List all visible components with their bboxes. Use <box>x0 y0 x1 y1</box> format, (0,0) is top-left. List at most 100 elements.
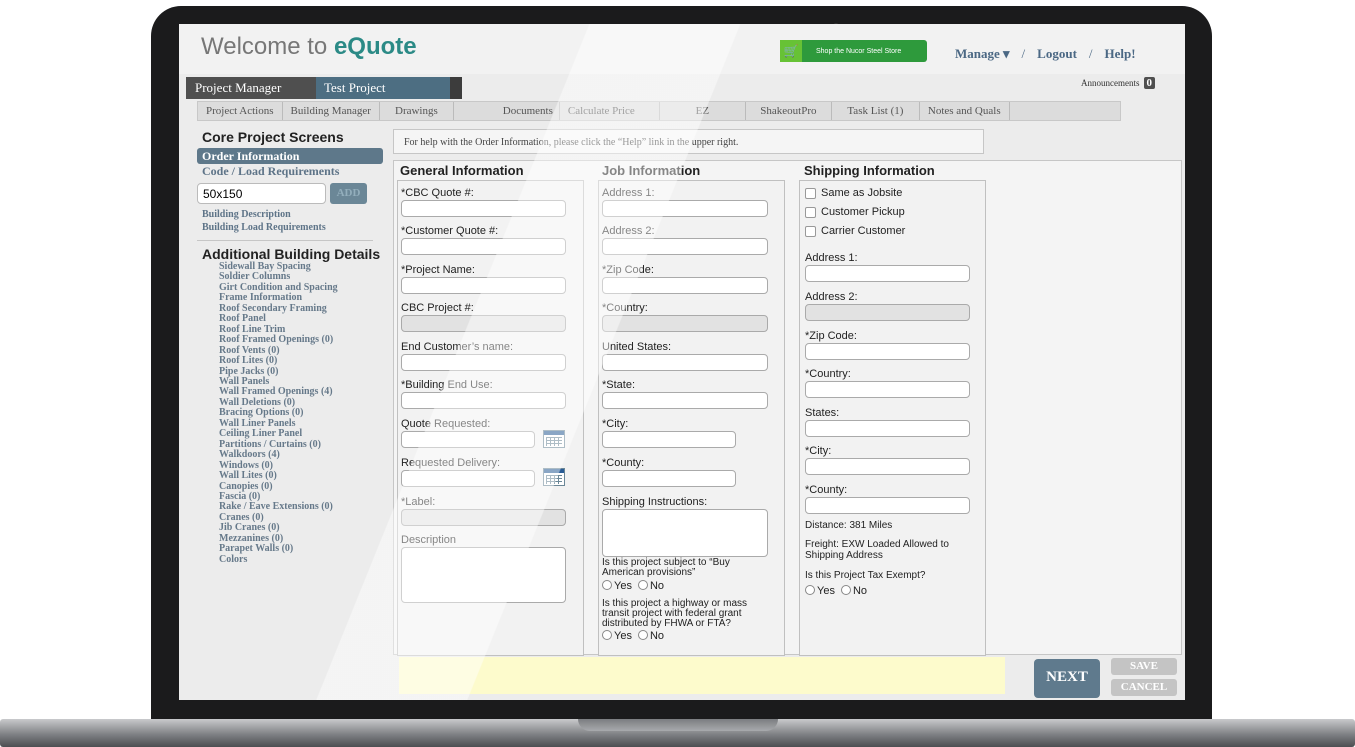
job-county-field[interactable] <box>602 470 736 487</box>
radio-no[interactable] <box>840 585 851 595</box>
ship-states-label: States: <box>805 407 840 419</box>
cbc-project-label: CBC Project #: <box>401 302 474 314</box>
tax-exempt-radio-group: Yes No <box>805 585 867 597</box>
sub-tabs: Project Actions Building Manager Drawing… <box>197 101 1121 121</box>
cbc-quote-field[interactable] <box>401 200 566 217</box>
description-label: Description <box>401 534 457 546</box>
sidebar-item-code-load[interactable]: Code / Load Requirements <box>197 164 383 179</box>
subtab-project-actions[interactable]: Project Actions <box>198 102 283 120</box>
description-field[interactable] <box>401 547 566 603</box>
job-country-field <box>602 315 768 332</box>
app-header: Welcome to eQuote 🛒 Shop the Nucor Steel… <box>179 24 1185 74</box>
shipping-info-heading: Shipping Information <box>804 163 935 178</box>
subtab-ez[interactable]: EZ <box>660 102 746 120</box>
job-united-states-field[interactable] <box>602 354 768 371</box>
customer-quote-field[interactable] <box>401 238 566 255</box>
job-info-heading: Job Information <box>602 163 701 178</box>
label-label: *Label: <box>401 496 436 508</box>
job-state-field[interactable] <box>602 392 768 409</box>
quote-requested-field[interactable] <box>401 431 535 448</box>
shipping-instructions-label: Shipping Instructions: <box>602 496 708 508</box>
logout-link[interactable]: Logout <box>1037 46 1077 61</box>
job-address1-label: Address 1: <box>602 187 655 199</box>
detail-list: Sidewall Bay Spacing Soldier Columns Gir… <box>197 261 383 565</box>
ship-county-label: *County: <box>805 484 848 496</box>
announcements[interactable]: Announcements 0 <box>1081 77 1155 89</box>
shopping-cart-icon: 🛒 <box>780 40 802 62</box>
sidebar-item-order-information[interactable]: Order Information <box>197 148 383 164</box>
project-name-field[interactable] <box>401 277 566 294</box>
shipping-instructions-field[interactable] <box>602 509 768 557</box>
save-button[interactable]: SAVE <box>1111 658 1177 675</box>
ship-city-field[interactable] <box>805 458 970 475</box>
ship-states-field[interactable] <box>805 420 970 437</box>
store-label: Shop the Nucor Steel Store <box>816 47 902 55</box>
carrier-customer-checkbox[interactable] <box>805 226 816 237</box>
tab-test-project[interactable]: Test Project <box>316 77 462 99</box>
ship-county-field[interactable] <box>805 497 970 514</box>
detail-item[interactable]: Roof Lites (0) <box>197 355 383 366</box>
manage-menu[interactable]: Manage ▾ <box>955 46 1010 61</box>
tab-project-manager[interactable]: Project Manager <box>186 77 316 99</box>
radio-yes-label: Yes <box>817 585 835 597</box>
customer-pickup-checkbox[interactable] <box>805 207 816 218</box>
subtab-calculate-price[interactable]: Calculate Price <box>560 102 660 120</box>
radio-yes[interactable] <box>602 630 612 640</box>
main-tabs: Project Manager Test Project <box>186 77 462 99</box>
quote-requested-label: Quote Requested: <box>401 418 491 430</box>
sidebar-item-building-load[interactable]: Building Load Requirements <box>197 221 383 234</box>
job-address1-field[interactable] <box>602 200 768 217</box>
job-country-label: *Country: <box>602 302 648 314</box>
job-united-states-label: United States: <box>602 341 672 353</box>
additional-details-heading: Additional Building Details <box>202 246 381 262</box>
same-as-jobsite-label: Same as Jobsite <box>821 187 903 199</box>
calendar-icon[interactable] <box>543 430 565 448</box>
job-zip-field[interactable] <box>602 277 768 294</box>
detail-item[interactable]: Colors <box>197 554 383 565</box>
sidebar-divider <box>197 240 373 241</box>
ship-address1-field[interactable] <box>805 265 970 282</box>
radio-yes[interactable] <box>602 580 612 590</box>
job-city-field[interactable] <box>602 431 736 448</box>
separator: / <box>1088 46 1093 61</box>
calendar-icon[interactable] <box>543 468 565 486</box>
subtab-task-list[interactable]: Task List (1) <box>832 102 920 120</box>
subtab-drawings[interactable]: Drawings <box>380 102 454 120</box>
help-link[interactable]: Help! <box>1105 46 1136 61</box>
building-end-use-field[interactable] <box>401 392 566 409</box>
subtab-documents[interactable]: Documents <box>454 102 560 120</box>
ship-zip-field[interactable] <box>805 343 970 360</box>
store-button[interactable]: 🛒 Shop the Nucor Steel Store <box>780 40 927 62</box>
radio-no-label: No <box>649 580 665 592</box>
radio-no[interactable] <box>637 630 648 640</box>
subtab-building-manager[interactable]: Building Manager <box>283 102 380 120</box>
next-button[interactable]: NEXT <box>1034 659 1100 698</box>
sidebar-item-building-description[interactable]: Building Description <box>197 208 383 221</box>
requested-delivery-field[interactable] <box>401 470 535 487</box>
customer-quote-label: *Customer Quote #: <box>401 225 499 237</box>
radio-yes[interactable] <box>805 585 815 595</box>
subtab-notes-quals[interactable]: Notes and Quals <box>920 102 1010 120</box>
job-county-label: *County: <box>602 457 645 469</box>
detail-item[interactable]: Wall Lites (0) <box>197 470 383 481</box>
separator: / <box>1021 46 1026 61</box>
same-as-jobsite-checkbox[interactable] <box>805 188 816 199</box>
sidebar: Core Project Screens Order Information C… <box>197 129 383 565</box>
subtab-empty <box>1010 102 1120 120</box>
radio-no[interactable] <box>637 580 648 590</box>
job-address2-field[interactable] <box>602 238 768 255</box>
ship-country-label: *Country: <box>805 368 851 380</box>
cancel-button[interactable]: CANCEL <box>1111 679 1177 696</box>
job-state-label: *State: <box>602 379 636 391</box>
ship-country-field[interactable] <box>805 381 970 398</box>
app-screen: Welcome to eQuote 🛒 Shop the Nucor Steel… <box>179 24 1185 700</box>
label-field <box>401 509 566 526</box>
add-building-button[interactable]: ADD <box>330 183 367 204</box>
radio-yes-label: Yes <box>614 580 632 592</box>
end-customer-field[interactable] <box>401 354 566 371</box>
ship-address2-field <box>805 304 970 321</box>
subtab-shakeoutpro[interactable]: ShakeoutPro <box>746 102 832 120</box>
laptop-base <box>0 719 1355 747</box>
building-size-input[interactable]: 50x150 <box>197 183 326 204</box>
requested-delivery-label: Requested Delivery: <box>401 457 501 469</box>
